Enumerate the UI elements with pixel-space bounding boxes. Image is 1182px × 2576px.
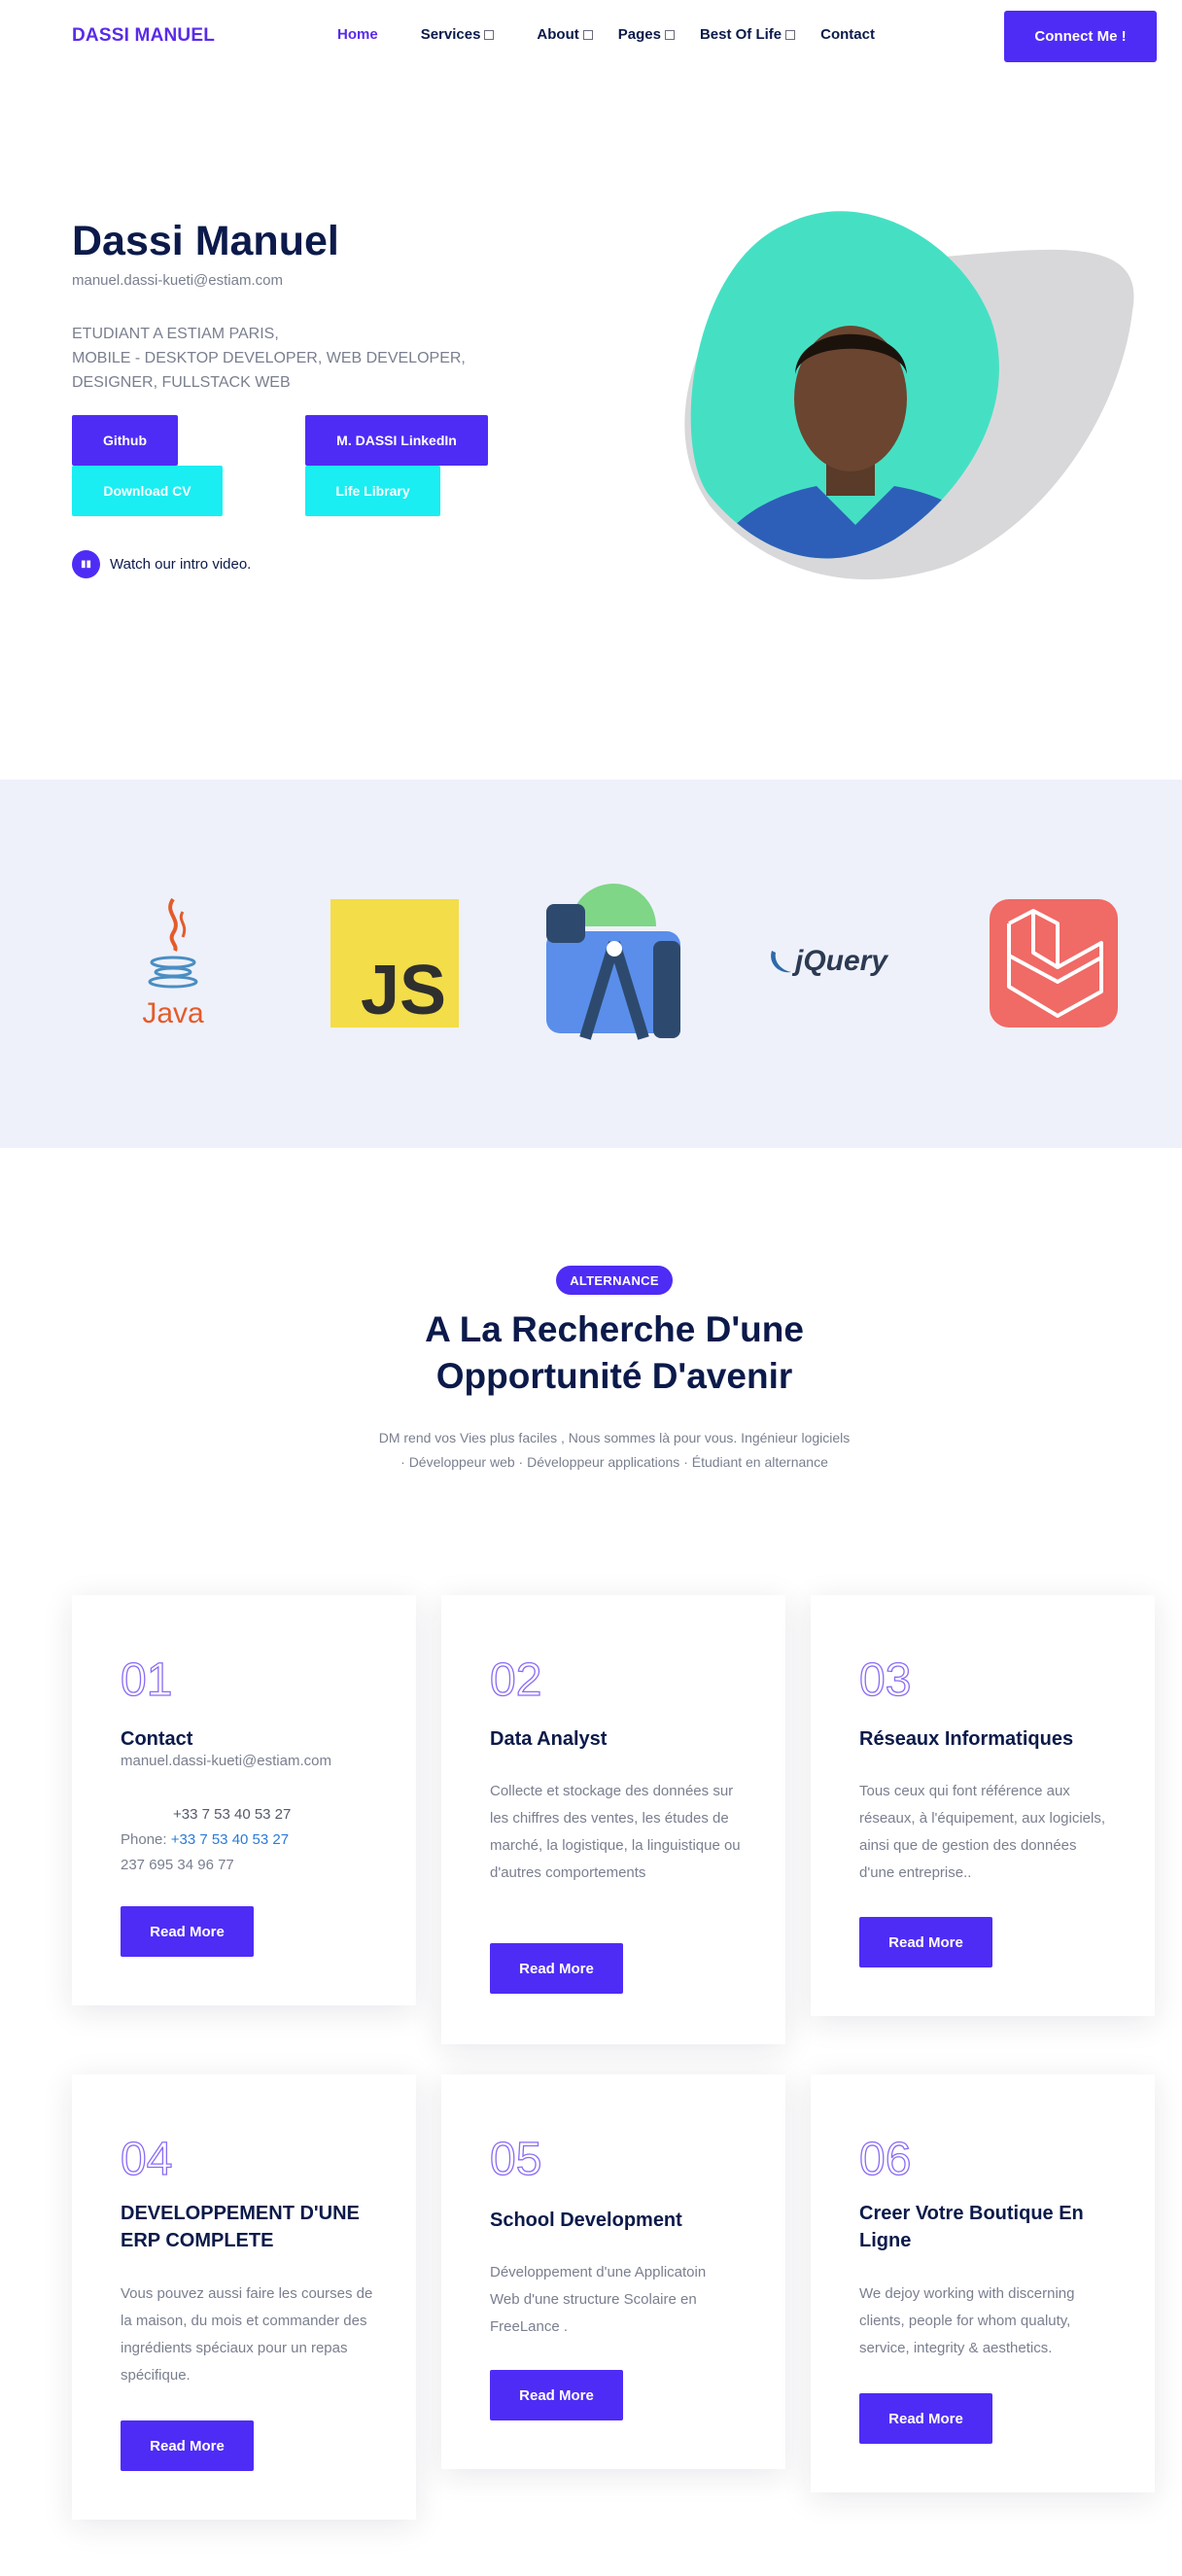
play-video-icon[interactable]: ▮▮ [72,550,100,578]
service-card-boutique: 06 Creer Votre Boutique En Ligne We dejo… [811,2074,1155,2492]
read-more-button[interactable]: Read More [121,2420,254,2471]
card-text: Collecte et stockage des données sur les… [490,1783,741,1881]
read-more-button[interactable]: Read More [490,1943,623,1994]
js-logo-text: JS [361,952,446,1027]
contact-phone-top: +33 7 53 40 53 27 [173,1806,292,1823]
hero-email: manuel.dassi-kueti@estiam.com [72,272,283,289]
card-number: 05 [489,2133,542,2185]
download-cv-button[interactable]: Download CV [72,466,223,516]
nav-item-best-of-life[interactable]: Best Of Life [700,26,796,43]
nav-item-pages[interactable]: Pages [618,26,675,43]
card-number: 02 [489,1654,542,1706]
card-number: 01 [120,1654,173,1706]
read-more-button[interactable]: Read More [859,2393,992,2444]
read-more-button[interactable]: Read More [490,2370,623,2420]
nav-item-home[interactable]: Home [337,26,378,43]
service-card-data-analyst: 02 Data Analyst Collecte et stockage des… [441,1595,785,2044]
intro-video-link[interactable]: Watch our intro video. [110,556,251,573]
section-subtitle: DM rend vos Vies plus faciles , Nous som… [378,1430,851,1470]
chevron-down-icon [582,29,593,40]
hero-name: Dassi Manuel [72,218,339,264]
contact-email: manuel.dassi-kueti@estiam.com [121,1753,331,1769]
read-more-button[interactable]: Read More [121,1906,254,1957]
service-card-school: 05 School Development Développement d'un… [441,2074,785,2469]
card-text: Développement d'une Applicatoin Web d'un… [490,2264,707,2335]
section-title: A La Recherche D'une Opportunité D'aveni… [425,1309,804,1396]
connect-button[interactable]: Connect Me ! [1004,11,1157,62]
read-more-button[interactable]: Read More [859,1917,992,1967]
card-title: Creer Votre Boutique En Ligne [859,2203,1084,2251]
service-card-contact: 01 Contact manuel.dassi-kueti@estiam.com… [72,1595,416,2005]
java-logo-icon: Java [142,897,204,1029]
card-title: School Development [490,2210,682,2231]
android-studio-logo-icon [546,884,680,1040]
chevron-down-icon [785,29,796,40]
javascript-logo-icon: JS [330,899,459,1027]
card-text: Vous pouvez aussi faire les courses de l… [121,2285,373,2384]
service-card-erp: 04 DEVELOPPEMENT D'UNE ERP COMPLETE Vous… [72,2074,416,2520]
jquery-logo-icon: jQuery [771,945,888,977]
alternance-badge: ALTERNANCE [556,1266,673,1295]
nav-menu: Home Services About Pages Best Of Life C… [337,26,918,43]
card-number: 06 [858,2133,912,2185]
jquery-logo-text: jQuery [791,945,888,977]
github-button[interactable]: Github [72,415,178,466]
nav-item-services[interactable]: Services [421,26,495,43]
hero-description: ETUDIANT A ESTIAM PARIS, MOBILE - DESKTO… [72,326,466,391]
top-navbar: DASSI MANUEL Home Services About Pages B… [0,0,1182,73]
card-number: 04 [120,2133,173,2185]
brand-logo[interactable]: DASSI MANUEL [72,25,215,47]
card-text: We dejoy working with discerning clients… [859,2285,1075,2356]
contact-phone-row: Phone: +33 7 53 40 53 27 [121,1831,290,1848]
hero-portrait-image [684,211,1134,580]
java-logo-text: Java [142,997,204,1029]
contact-phone-alt: 237 695 34 96 77 [121,1857,234,1873]
card-number: 03 [858,1654,912,1706]
service-card-reseaux: 03 Réseaux Informatiques Tous ceux qui f… [811,1595,1155,2016]
card-title: Réseaux Informatiques [859,1728,1074,1750]
phone-link[interactable]: +33 7 53 40 53 27 [171,1831,289,1848]
laravel-logo-icon [990,899,1118,1027]
linkedin-button[interactable]: M. DASSI LinkedIn [305,415,488,466]
chevron-down-icon [484,29,495,40]
card-text: Tous ceux qui font référence aux réseaux… [859,1783,1106,1881]
chevron-down-icon [664,29,675,40]
nav-item-about[interactable]: About [537,26,593,43]
card-title: DEVELOPPEMENT D'UNE ERP COMPLETE [121,2203,360,2251]
nav-item-contact[interactable]: Contact [820,26,875,43]
life-library-button[interactable]: Life Library [305,466,440,516]
card-title: Data Analyst [490,1728,608,1750]
